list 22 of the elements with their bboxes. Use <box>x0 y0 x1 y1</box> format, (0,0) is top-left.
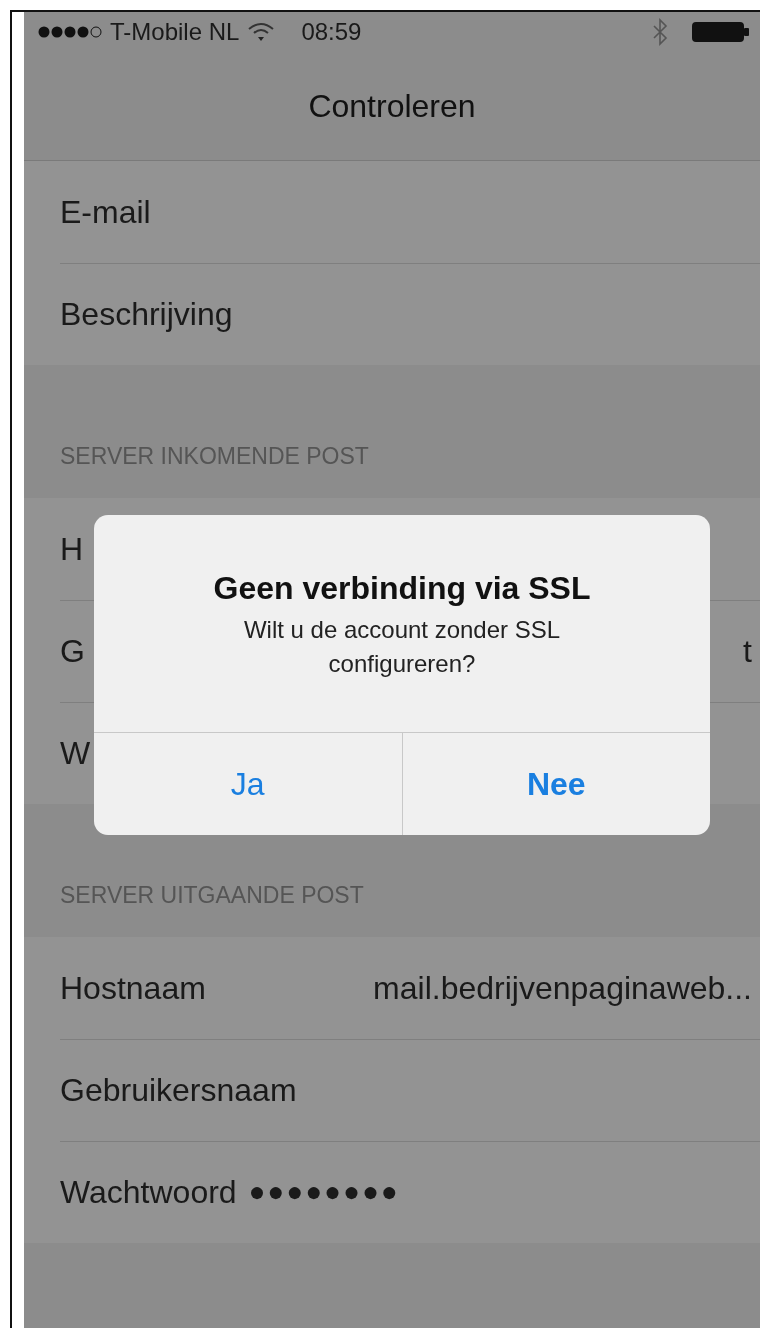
carrier-name: T-Mobile NL <box>110 18 240 46</box>
battery-icon <box>692 21 750 43</box>
row-label[interactable]: Beschrijving <box>60 295 233 333</box>
row-value: mail.bedrijvenpaginaweb... <box>373 969 753 1007</box>
nav-title: Controleren <box>308 87 476 125</box>
row-label[interactable]: Wachtwoord <box>60 1173 237 1211</box>
signal-icon <box>38 25 102 39</box>
wifi-icon <box>247 21 276 43</box>
row-label[interactable]: E-mail <box>60 193 151 231</box>
alert-button[interactable]: Nee <box>401 733 710 835</box>
row-label[interactable]: Hostnaam <box>60 969 206 1007</box>
alert-button[interactable]: Ja <box>94 733 402 835</box>
bluetooth-icon <box>652 18 668 46</box>
row-label[interactable]: H <box>60 530 84 568</box>
alert-title: Geen verbinding via SSL <box>213 570 591 608</box>
row-label[interactable]: W <box>60 734 91 772</box>
password-dots: ●●●●●●●● <box>248 1176 401 1208</box>
row-value: t <box>743 632 753 670</box>
row-label[interactable]: Gebruikersnaam <box>60 1071 297 1109</box>
row-label[interactable]: G <box>60 632 85 670</box>
alert-message: Wilt u de account zonder SSL configureren? <box>242 615 562 679</box>
status-time: 08:59 <box>301 18 362 46</box>
